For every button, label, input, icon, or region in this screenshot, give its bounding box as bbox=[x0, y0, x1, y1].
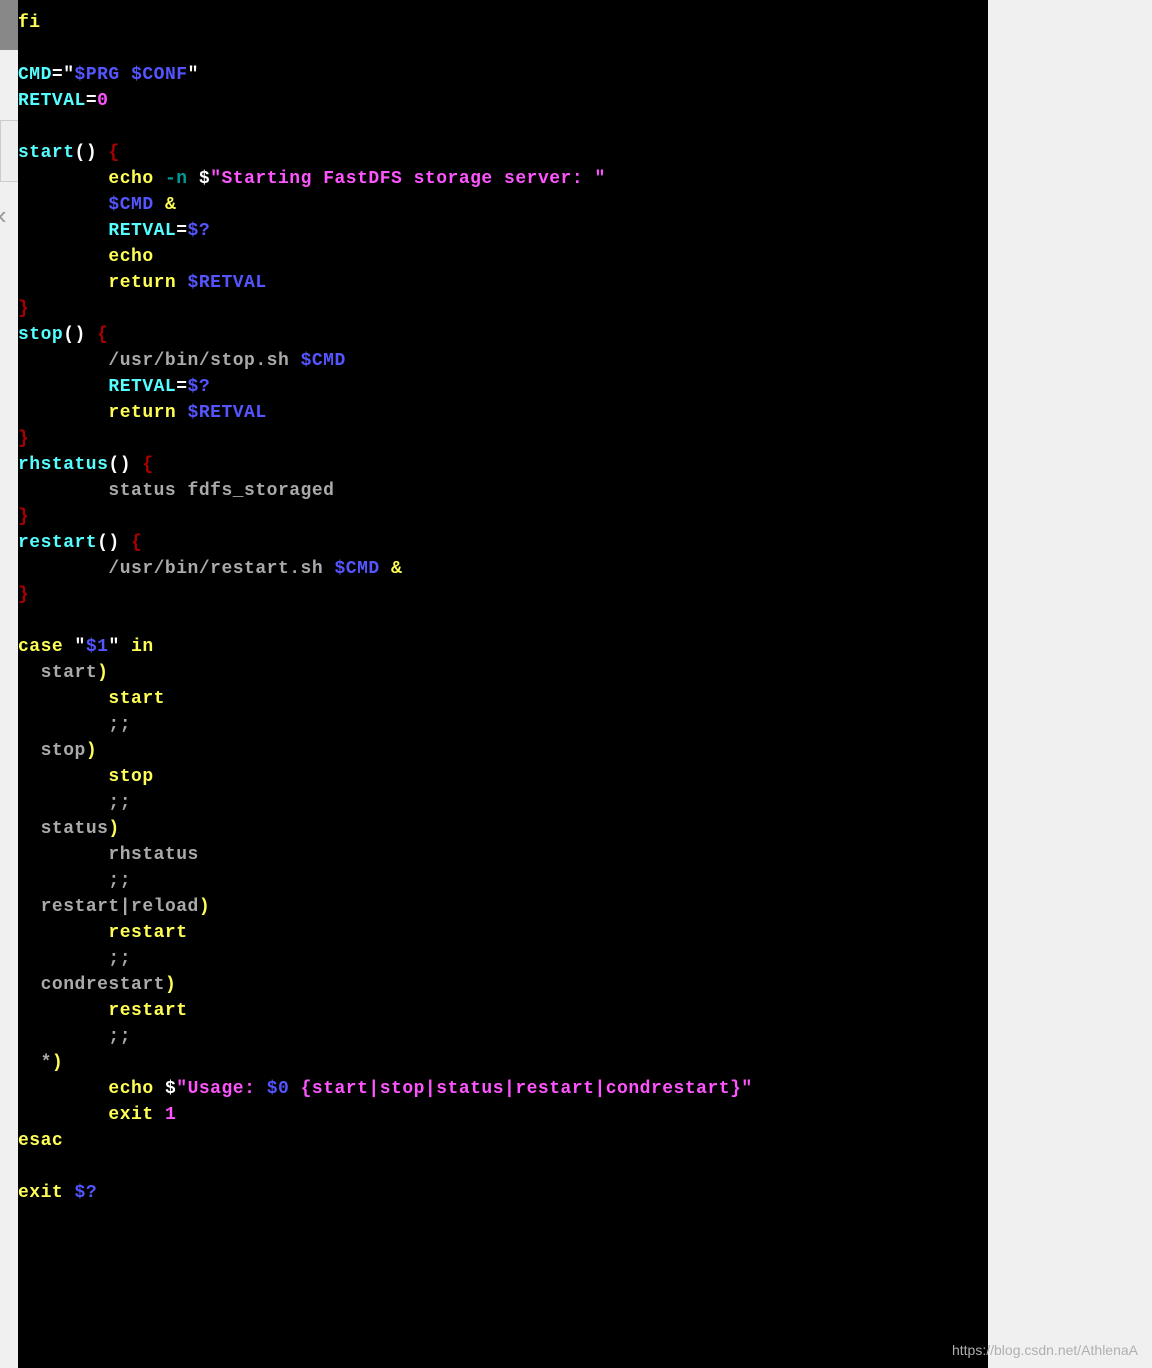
code-line bbox=[18, 36, 988, 62]
watermark-text: https://blog.csdn.net/AthlenaA bbox=[952, 1342, 1138, 1358]
code-line: fi bbox=[18, 10, 988, 36]
code-line: status fdfs_storaged bbox=[18, 478, 988, 504]
code-line: restart bbox=[18, 920, 988, 946]
code-line bbox=[18, 1154, 988, 1180]
code-line: exit 1 bbox=[18, 1102, 988, 1128]
code-line: ;; bbox=[18, 1024, 988, 1050]
code-line: stop) bbox=[18, 738, 988, 764]
code-line: } bbox=[18, 582, 988, 608]
code-line: RETVAL=$? bbox=[18, 374, 988, 400]
code-line: status) bbox=[18, 816, 988, 842]
code-line: restart|reload) bbox=[18, 894, 988, 920]
code-line: *) bbox=[18, 1050, 988, 1076]
code-line: case "$1" in bbox=[18, 634, 988, 660]
code-line: /usr/bin/stop.sh $CMD bbox=[18, 348, 988, 374]
sidebar-handle[interactable] bbox=[0, 0, 18, 50]
code-line: restart() { bbox=[18, 530, 988, 556]
code-line: return $RETVAL bbox=[18, 400, 988, 426]
back-arrow-icon[interactable]: ‹ bbox=[0, 200, 7, 231]
code-line: } bbox=[18, 426, 988, 452]
code-line: ;; bbox=[18, 712, 988, 738]
code-line: start() { bbox=[18, 140, 988, 166]
code-line: start bbox=[18, 686, 988, 712]
code-line: ;; bbox=[18, 868, 988, 894]
code-line: } bbox=[18, 504, 988, 530]
code-line: } bbox=[18, 296, 988, 322]
code-line: RETVAL=0 bbox=[18, 88, 988, 114]
code-line: restart bbox=[18, 998, 988, 1024]
code-line: start) bbox=[18, 660, 988, 686]
code-line: condrestart) bbox=[18, 972, 988, 998]
code-line: echo $"Usage: $0 {start|stop|status|rest… bbox=[18, 1076, 988, 1102]
code-line: echo bbox=[18, 244, 988, 270]
code-line bbox=[18, 114, 988, 140]
code-line: rhstatus() { bbox=[18, 452, 988, 478]
terminal-window[interactable]: fi CMD="$PRG $CONF" RETVAL=0 start() { e… bbox=[18, 0, 988, 1368]
code-line: ;; bbox=[18, 790, 988, 816]
code-line: stop() { bbox=[18, 322, 988, 348]
code-line: ;; bbox=[18, 946, 988, 972]
code-line: stop bbox=[18, 764, 988, 790]
code-line: RETVAL=$? bbox=[18, 218, 988, 244]
code-line: return $RETVAL bbox=[18, 270, 988, 296]
code-line: echo -n $"Starting FastDFS storage serve… bbox=[18, 166, 988, 192]
code-line: esac bbox=[18, 1128, 988, 1154]
code-line: CMD="$PRG $CONF" bbox=[18, 62, 988, 88]
sidebar-panel bbox=[0, 120, 20, 182]
code-line: $CMD & bbox=[18, 192, 988, 218]
code-line: /usr/bin/restart.sh $CMD & bbox=[18, 556, 988, 582]
code-line bbox=[18, 608, 988, 634]
code-line: rhstatus bbox=[18, 842, 988, 868]
code-line: exit $? bbox=[18, 1180, 988, 1206]
